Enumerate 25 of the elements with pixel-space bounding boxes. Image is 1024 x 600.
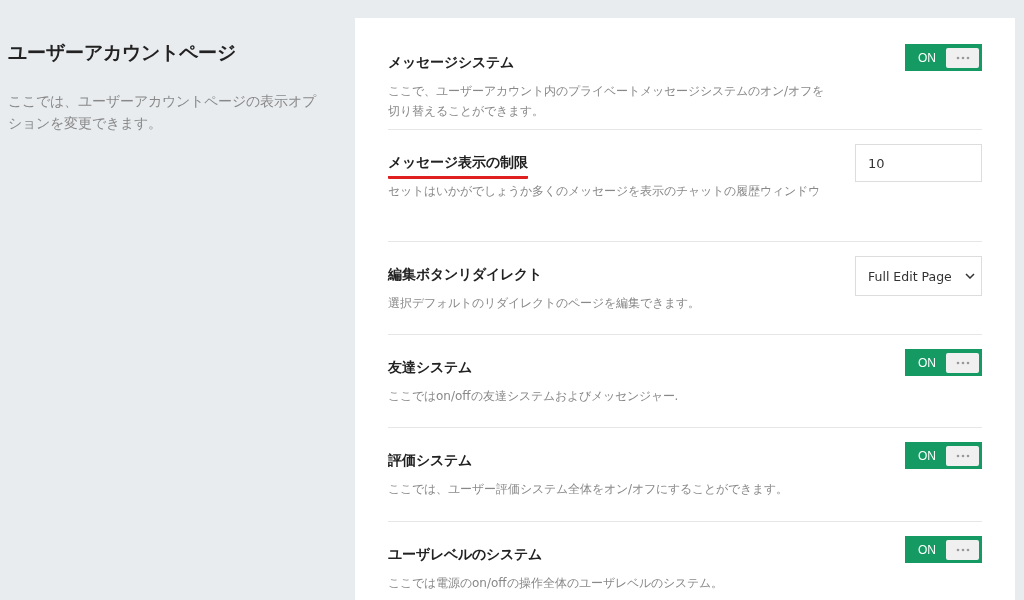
setting-label: メッセージ表示の制限 bbox=[388, 154, 528, 179]
section-description: ここでは、ユーザーアカウントページの表示オプションを変更できます。 bbox=[8, 92, 318, 133]
select-dropdown[interactable]: Full Edit Page bbox=[855, 256, 982, 296]
setting-label: ユーザレベルのシステム bbox=[388, 546, 542, 564]
dots-icon bbox=[955, 453, 970, 458]
toggle-switch[interactable]: ON bbox=[905, 349, 982, 376]
setting-description: 選択デフォルトのリダイレクトのページを編集できます。 bbox=[388, 295, 701, 312]
toggle-switch[interactable]: ON bbox=[905, 44, 982, 71]
setting-label: 編集ボタンリダイレクト bbox=[388, 266, 542, 284]
toggle-switch[interactable]: ON bbox=[905, 442, 982, 469]
chevron-down-icon bbox=[965, 273, 975, 279]
setting-description: ここではon/offの友達システムおよびメッセンジャー. bbox=[388, 388, 680, 405]
section-title: ユーザーアカウントページ bbox=[8, 40, 237, 65]
setting-description: ここで、ユーザーアカウント内のプライベートメッセージシステムのオン/オフを切り替えることができます。 bbox=[388, 83, 826, 120]
setting-label: 友達システム bbox=[388, 359, 472, 377]
setting-description: セットはいかがでしょうか多くのメッセージを表示のチャットの履歴ウィンドウ bbox=[388, 183, 821, 200]
setting-description: ここでは、ユーザー評価システム全体をオン/オフにすることができます。 bbox=[388, 481, 790, 498]
toggle-switch[interactable]: ON bbox=[905, 536, 982, 563]
dots-icon bbox=[955, 55, 970, 60]
number-field[interactable]: 10 bbox=[855, 144, 982, 182]
setting-label: メッセージシステム bbox=[388, 54, 514, 72]
dots-icon bbox=[955, 547, 970, 552]
dots-icon bbox=[955, 360, 970, 365]
setting-description: ここでは電源のon/offの操作全体のユーザレベルのシステム。 bbox=[388, 575, 724, 592]
setting-label: 評価システム bbox=[388, 452, 472, 470]
